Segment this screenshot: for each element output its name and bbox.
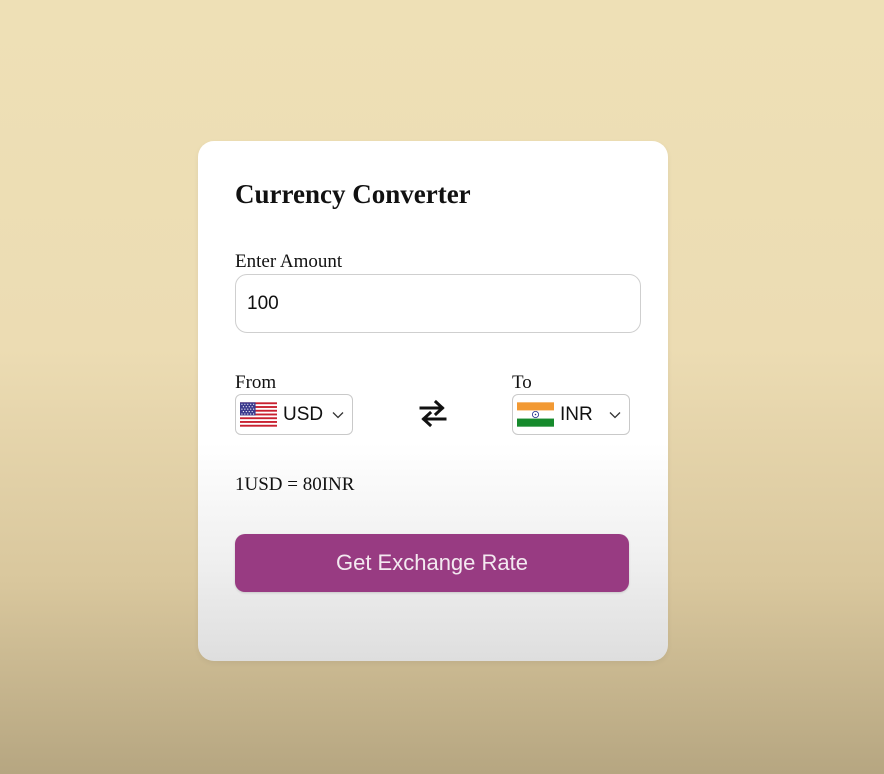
to-currency-code: INR bbox=[560, 403, 593, 425]
from-label: From bbox=[235, 372, 277, 393]
to-label: To bbox=[512, 372, 532, 393]
from-currency-code: USD bbox=[283, 403, 324, 425]
amount-input[interactable] bbox=[235, 274, 641, 333]
swap-arrows-icon bbox=[419, 399, 447, 428]
to-currency-select[interactable]: INR bbox=[512, 394, 630, 435]
swap-currencies-button[interactable] bbox=[416, 396, 450, 430]
get-exchange-rate-button[interactable]: Get Exchange Rate bbox=[235, 534, 629, 592]
chevron-down-icon bbox=[332, 411, 344, 418]
from-currency-select[interactable]: USD bbox=[235, 394, 353, 435]
page-title: Currency Converter bbox=[235, 179, 471, 209]
chevron-down-icon bbox=[609, 411, 621, 418]
amount-label: Enter Amount bbox=[235, 251, 343, 272]
exchange-rate-text: 1USD = 80INR bbox=[235, 474, 355, 495]
india-flag-icon bbox=[517, 402, 554, 427]
us-flag-icon bbox=[240, 402, 277, 427]
converter-card: Currency Converter Enter Amount From USD bbox=[198, 141, 668, 661]
